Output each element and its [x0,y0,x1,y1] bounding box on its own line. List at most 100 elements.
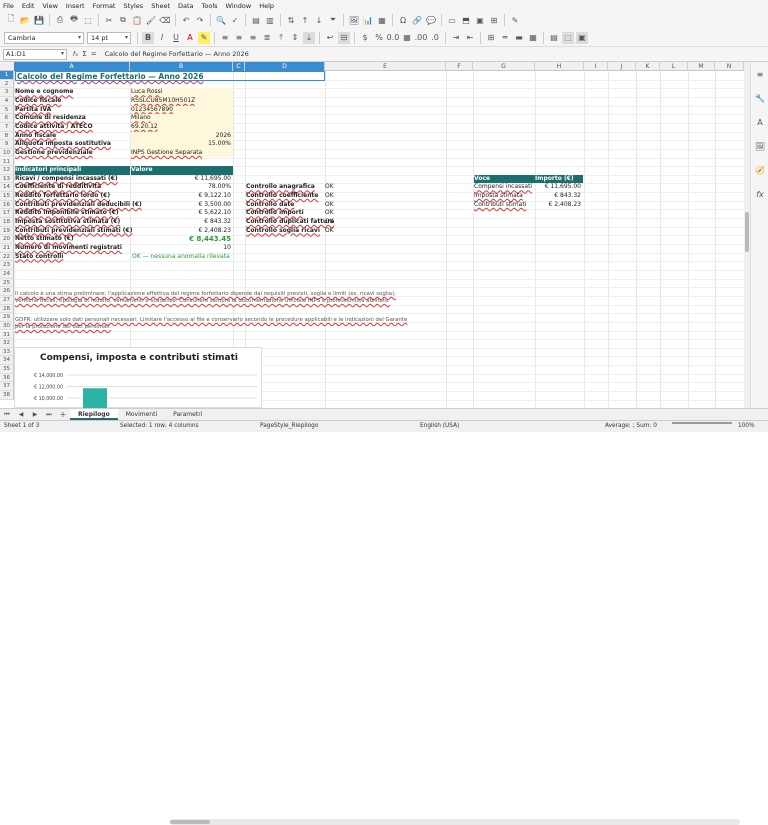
menu-item[interactable]: Help [259,2,274,10]
control-value[interactable]: OK [325,192,375,201]
summary-value[interactable]: € 11,695.00 [535,183,583,192]
align-right-icon[interactable]: ≡ [247,32,259,44]
indicator-value[interactable]: € 843.32 [131,218,233,227]
summary-label[interactable]: Contributi stimati [474,201,535,210]
insert-image-icon[interactable]: 🖼 [348,14,360,26]
clone-formatting-icon[interactable]: 🖌 [145,14,157,26]
show-draw-functions-icon[interactable]: ✎ [509,14,521,26]
last-sheet-icon[interactable]: ⏭ [43,409,55,421]
save-icon[interactable]: 💾 [33,14,45,26]
indicator-label[interactable]: Imposta sostitutiva stimata (€) [15,218,130,227]
field-value[interactable]: RSSLCU85M10H501Z [131,96,233,106]
row-header[interactable]: 28 [0,304,14,314]
highlight-color-icon[interactable]: ✎ [198,31,210,44]
indicator-label[interactable]: Reddito imponibile stimato (€) [15,209,130,218]
styles-icon[interactable]: ⬚ [562,31,574,44]
zoom-slider[interactable] [672,422,732,424]
align-bottom-icon[interactable]: ⤓ [303,31,315,44]
embedded-chart[interactable]: Compensi, imposta e contributi stimati €… [14,347,262,409]
column-header[interactable]: M [688,62,715,71]
row-header[interactable]: 14 [0,183,14,193]
menu-item[interactable]: Insert [66,2,85,10]
indicator-label[interactable]: Ricavi / compensi incassati (€) [15,175,130,184]
control-value[interactable]: OK [325,218,375,227]
indicator-label[interactable]: Contributi previdenziali deducibili (€) [15,201,142,210]
border-color-icon[interactable]: ▬ [513,32,525,44]
font-size-combo[interactable]: 14 pt [87,31,131,44]
row-header[interactable]: 3 [0,88,14,97]
align-top-icon[interactable]: ⤒ [275,32,287,44]
delete-decimal-icon[interactable]: .0 [429,32,441,44]
indicator-label[interactable]: Numero di movimenti registrati [15,244,130,253]
field-value[interactable]: 2026 [131,131,233,141]
row-header[interactable]: 1 [0,71,14,80]
note-text[interactable]: verifiche fiscali, tipologia di reddito,… [15,298,390,305]
row-header[interactable]: 29 [0,313,14,322]
border-style-icon[interactable]: ═ [499,32,511,44]
column-header[interactable]: G [473,62,535,71]
menu-item[interactable]: Format [93,2,116,10]
center-vertically-icon[interactable]: ⇕ [289,32,301,44]
name-box[interactable]: A1:D1 [3,48,67,60]
row-header[interactable]: 22 [0,252,14,262]
control-value[interactable]: OK [325,209,375,218]
summary-label[interactable]: Imposta stimata [474,192,535,201]
row-header[interactable]: 10 [0,148,14,158]
indicator-value[interactable]: OK — nessuna anomalia rilevata [131,253,233,262]
undo-icon[interactable]: ↶ [180,14,192,26]
field-label[interactable]: Gestione previdenziale [15,149,130,158]
summary-label[interactable]: Compensi incassati [474,183,535,192]
date-format-icon[interactable]: ▦ [401,32,413,44]
formula-icon[interactable]: = [91,50,97,58]
gallery-icon[interactable]: 🖼 [754,140,766,152]
row-header[interactable]: 21 [0,244,14,253]
menu-item[interactable]: Styles [123,2,143,10]
row-header[interactable]: 33 [0,347,14,357]
row-header[interactable]: 11 [0,157,14,167]
comment-icon[interactable]: 💬 [425,14,437,26]
vertical-scroll-thumb[interactable] [745,212,749,252]
note-text[interactable]: GDPR: utilizzare solo dati personali nec… [15,317,407,324]
menu-item[interactable]: Tools [202,2,218,10]
redo-icon[interactable]: ↷ [194,14,206,26]
field-label[interactable]: Codice fiscale [15,97,130,106]
row-header[interactable]: 36 [0,373,14,383]
row-header[interactable]: 19 [0,226,14,236]
number-format-icon[interactable]: 0.0 [387,32,400,44]
indicator-label[interactable]: Stato controlli [15,253,130,262]
control-value[interactable]: OK [325,183,375,192]
field-value[interactable]: 69.20.12 [131,122,233,132]
column-icon[interactable]: ▥ [264,14,276,26]
justify-icon[interactable]: ≣ [261,32,273,44]
headers-footers-icon[interactable]: ▭ [446,14,458,26]
indicator-value[interactable]: € 2,408.23 [131,227,233,236]
menu-item[interactable]: Window [226,2,252,10]
open-icon[interactable]: 📂 [19,14,31,26]
new-document-icon[interactable]: 🗋 [5,14,17,26]
column-header[interactable]: D [245,62,325,71]
bold-icon[interactable]: B [142,31,154,44]
field-value[interactable]: Milano [131,114,233,123]
row-header[interactable]: 32 [0,339,14,348]
clear-formatting-icon[interactable]: ⌫ [159,14,171,26]
split-window-icon[interactable]: ⊞ [488,14,500,26]
control-label[interactable]: Controllo anagrafica [246,183,324,192]
control-label[interactable]: Controllo importi [246,209,324,218]
row-header[interactable]: 20 [0,235,14,244]
conditional-format-icon[interactable]: ▤ [548,32,560,44]
next-sheet-icon[interactable]: ▶ [29,409,41,421]
find-replace-icon[interactable]: 🔍 [215,14,227,26]
insert-chart-icon[interactable]: 📊 [362,14,374,26]
field-label[interactable]: Aliquota imposta sostitutiva [15,140,130,149]
column-header[interactable]: I [584,62,608,71]
row-header[interactable]: 9 [0,140,14,149]
row-header[interactable]: 7 [0,122,14,132]
sheet-tab[interactable]: Parametri [165,409,210,420]
row-header[interactable]: 37 [0,382,14,392]
control-value[interactable]: OK [325,227,375,236]
cut-icon[interactable]: ✂ [103,14,115,26]
print-icon[interactable]: 🖶 [68,14,80,26]
indicator-value[interactable]: 78.00% [131,183,233,192]
borders-icon[interactable]: ⊞ [485,32,497,44]
hyperlink-icon[interactable]: 🔗 [411,14,423,26]
